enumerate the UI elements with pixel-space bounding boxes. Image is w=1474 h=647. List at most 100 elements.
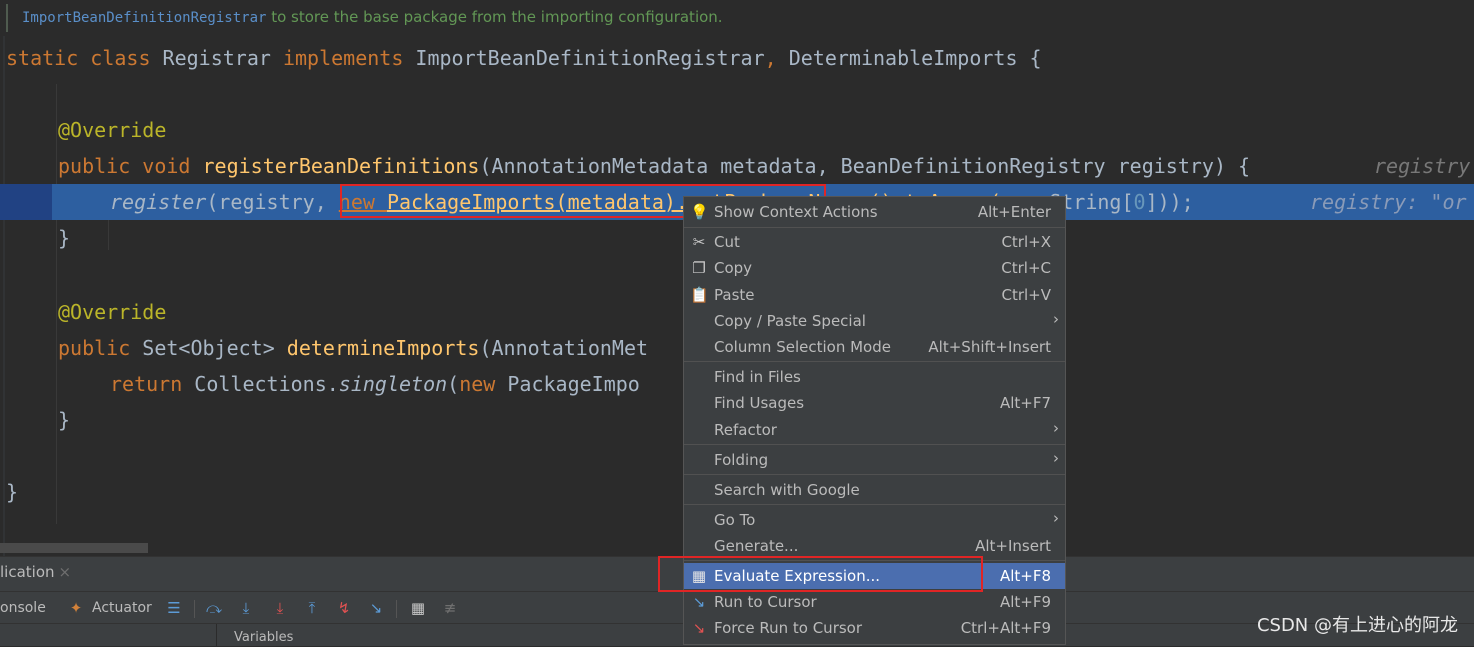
actuator-icon: ✦ <box>69 599 83 617</box>
tab-label: lication <box>0 563 55 581</box>
menu-item-label: Search with Google <box>714 481 860 499</box>
chevron-right-icon: › <box>1053 509 1059 527</box>
menu-item-cut[interactable]: ✂ Cut Ctrl+X <box>684 229 1065 255</box>
menu-item-label: Go To <box>714 511 756 529</box>
menu-item-label: Copy <box>714 259 753 277</box>
menu-item-shortcut: Alt+Shift+Insert <box>928 338 1051 356</box>
doc-comment-text: ImportBeanDefinitionRegistrar to store t… <box>22 8 723 26</box>
menu-item-label: Copy / Paste Special <box>714 312 866 330</box>
toolbar-separator <box>194 600 195 618</box>
menu-item-copy[interactable]: ❐ Copy Ctrl+C <box>684 255 1065 281</box>
code-token: Collections. <box>194 372 339 396</box>
code-token: register <box>110 190 207 214</box>
menu-item-paste[interactable]: 📋 Paste Ctrl+V <box>684 282 1065 308</box>
menu-separator <box>684 361 1065 362</box>
code-token: public <box>58 336 143 360</box>
doc-comment-rest: to store the base package from the impor… <box>266 8 723 26</box>
menu-item-label: Show Context Actions <box>714 203 878 221</box>
code-line-2: @Override <box>0 112 1474 148</box>
drop-frame-icon[interactable]: ↯ <box>334 598 354 618</box>
step-out-icon[interactable]: ⤒ <box>302 598 322 618</box>
code-token: (AnnotationMetadata metadata, BeanDefini… <box>479 154 1251 178</box>
menu-item-force-run-to-cursor[interactable]: ↘ Force Run to Cursor Ctrl+Alt+F9 <box>684 615 1065 641</box>
evaluate-expression-icon[interactable]: ▦ <box>408 598 428 618</box>
menu-item-run-to-cursor[interactable]: ↘ Run to Cursor Alt+F9 <box>684 589 1065 615</box>
force-step-into-icon[interactable]: ⤓ <box>270 598 290 618</box>
menu-item-label: Run to Cursor <box>714 593 817 611</box>
step-over-icon[interactable]: ⤼ <box>204 598 224 618</box>
code-token: new <box>459 372 508 396</box>
menu-separator <box>684 504 1065 505</box>
code-token: Set<Object> <box>142 336 287 360</box>
menu-item-label: Cut <box>714 233 740 251</box>
code-line-1: static class Registrar implements Import… <box>0 40 1474 76</box>
gutter-cell <box>0 184 52 220</box>
chevron-right-icon: › <box>1053 419 1059 437</box>
menu-item-find-usages[interactable]: Find Usages Alt+F7 <box>684 390 1065 416</box>
code-token: singleton <box>338 372 448 396</box>
tab-actuator[interactable]: Actuator <box>92 600 152 616</box>
inline-hint: registry <box>1374 154 1471 178</box>
code-token: ( <box>447 372 460 396</box>
menu-separator <box>684 474 1065 475</box>
menu-item-label: Folding <box>714 451 769 469</box>
watermark: CSDN @有上进心的阿龙 <box>1256 615 1458 636</box>
code-token: return <box>110 372 195 396</box>
code-token: ])); <box>1145 190 1194 214</box>
menu-lines-icon[interactable]: ☰ <box>164 598 184 618</box>
code-token: static class <box>6 46 163 70</box>
menu-item-show-context-actions[interactable]: 💡 Show Context Actions Alt+Enter <box>684 199 1065 225</box>
code-token: } <box>58 226 71 250</box>
menu-item-refactor[interactable]: Refactor › <box>684 417 1065 443</box>
menu-item-shortcut: Alt+F7 <box>999 394 1051 412</box>
menu-item-shortcut: Alt+F8 <box>999 567 1051 585</box>
method-name: determineImports <box>286 336 480 360</box>
run-to-cursor-icon[interactable]: ↘ <box>366 598 386 618</box>
close-icon[interactable]: × <box>59 563 72 581</box>
menu-item-shortcut: Alt+Insert <box>975 537 1051 555</box>
menu-item-shortcut: Ctrl+X <box>1001 233 1051 251</box>
code-token: (registry, <box>206 190 339 214</box>
menu-item-shortcut: Ctrl+V <box>1001 286 1051 304</box>
toolbar-separator <box>396 600 397 618</box>
code-token: public void <box>58 154 203 178</box>
pane-divider <box>216 624 217 647</box>
menu-separator <box>684 444 1065 445</box>
code-line-3: public void registerBeanDefinitions(Anno… <box>0 148 1474 184</box>
horizontal-scrollbar[interactable] <box>0 543 148 553</box>
chevron-right-icon: › <box>1053 310 1059 328</box>
chevron-right-icon: › <box>1053 449 1059 467</box>
doc-comment: ImportBeanDefinitionRegistrar to store t… <box>0 0 1474 36</box>
code-token: implements <box>282 46 416 70</box>
scissors-icon: ✂ <box>692 233 706 251</box>
menu-item-label: Find in Files <box>714 368 801 386</box>
code-token: DeterminableImports { <box>788 46 1042 70</box>
menu-item-folding[interactable]: Folding › <box>684 447 1065 473</box>
menu-item-column-selection-mode[interactable]: Column Selection Mode Alt+Shift+Insert <box>684 334 1065 360</box>
menu-item-shortcut: Alt+Enter <box>977 203 1051 221</box>
highlight-box-evaluate <box>658 556 983 592</box>
code-token: Registrar <box>162 46 283 70</box>
doc-comment-bar <box>6 4 8 32</box>
menu-item-shortcut: Ctrl+Alt+F9 <box>960 619 1051 637</box>
code-token: , <box>764 46 789 70</box>
menu-item-search-with-google[interactable]: Search with Google <box>684 477 1065 503</box>
menu-item-find-in-files[interactable]: Find in Files <box>684 364 1065 390</box>
menu-item-label: Paste <box>714 286 755 304</box>
code-token: (AnnotationMet <box>479 336 649 360</box>
tab-console[interactable]: onsole <box>0 600 46 616</box>
tab-application[interactable]: lication × <box>0 563 71 581</box>
gutter <box>3 0 5 556</box>
variables-label: Variables <box>234 630 294 645</box>
inline-hint: registry: "or <box>1310 190 1467 214</box>
code-token: } <box>58 408 71 432</box>
menu-item-label: Force Run to Cursor <box>714 619 863 637</box>
code-token: PackageImpo <box>507 372 640 396</box>
menu-item-shortcut: Alt+F9 <box>999 593 1051 611</box>
step-into-icon[interactable]: ⤓ <box>236 598 256 618</box>
trace-stream-icon[interactable]: ≢ <box>440 598 460 618</box>
code-token: } <box>6 480 19 504</box>
menu-item-copy-paste-special[interactable]: Copy / Paste Special › <box>684 308 1065 334</box>
menu-item-go-to[interactable]: Go To › <box>684 507 1065 533</box>
copy-icon: ❐ <box>692 259 706 277</box>
